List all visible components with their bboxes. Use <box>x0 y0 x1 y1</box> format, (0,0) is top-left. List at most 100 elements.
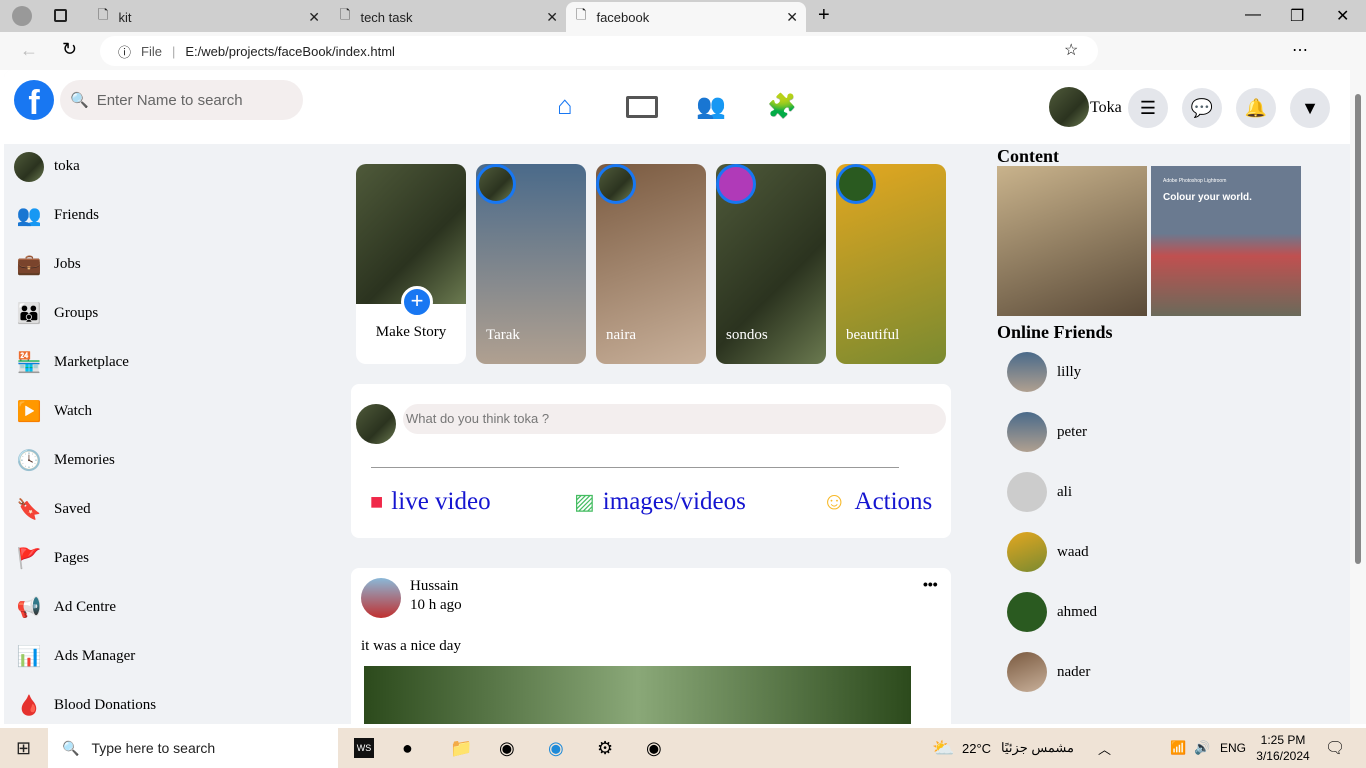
messenger-icon[interactable]: 💬 <box>1182 88 1222 128</box>
sidebar-item-saved[interactable]: 🔖 Saved <box>14 485 314 534</box>
scrollbar[interactable] <box>1350 70 1366 724</box>
facebook-logo[interactable]: f <box>14 80 54 120</box>
notifications-icon[interactable]: 🗨 <box>1325 738 1345 758</box>
avatar <box>1007 412 1047 452</box>
tab-title: tech task <box>360 9 413 25</box>
reload-icon[interactable]: ↻ <box>62 39 77 60</box>
favorite-icon[interactable]: ☆ <box>1064 40 1078 60</box>
content-image[interactable] <box>997 166 1147 316</box>
taskbar-search[interactable]: 🔍 Type here to search <box>48 728 338 768</box>
gaming-icon[interactable]: 🧩 <box>767 92 797 121</box>
actions-button[interactable]: ☺ Actions <box>822 488 932 516</box>
sidebar-item-watch[interactable]: ▶️ Watch <box>14 387 314 436</box>
back-icon[interactable]: ← <box>20 40 38 61</box>
tab-tech-task[interactable]: 🗋 tech task ✕ <box>330 2 566 32</box>
sidebar-item-marketplace[interactable]: 🏪 Marketplace <box>14 338 314 387</box>
live-video-button[interactable]: ■ live video <box>370 488 491 516</box>
friends-icon[interactable]: 👥 <box>696 92 726 121</box>
menu-icon[interactable]: ☰ <box>1128 88 1168 128</box>
friend-item[interactable]: nader <box>997 642 1297 702</box>
close-tab-icon[interactable]: ✕ <box>786 9 798 26</box>
file-explorer-icon[interactable]: 📁 <box>450 738 472 759</box>
close-tab-icon[interactable]: ✕ <box>546 9 558 26</box>
search-box[interactable]: 🔍 Enter Name to search <box>60 80 303 120</box>
story-label: naira <box>606 327 636 343</box>
chrome-icon[interactable]: ◉ <box>499 738 515 759</box>
tab-facebook[interactable]: 🗋 facebook ✕ <box>566 2 806 32</box>
volume-icon[interactable]: 🔊 <box>1194 740 1210 756</box>
tab-kit[interactable]: 🗋 kit ✕ <box>88 2 328 32</box>
sidebar-item-label: Memories <box>54 452 115 468</box>
author-avatar[interactable] <box>361 578 401 618</box>
post-image[interactable] <box>364 666 911 724</box>
post-author[interactable]: Hussain <box>410 578 458 595</box>
weather-description[interactable]: مشمس جزئيًا <box>1000 740 1074 756</box>
watch-icon[interactable] <box>626 96 658 118</box>
wifi-icon[interactable]: 📶 <box>1170 740 1186 756</box>
windows-start-icon[interactable]: ⊞ <box>16 738 31 759</box>
avatar <box>1007 652 1047 692</box>
content-ad[interactable]: Adobe Photoshop Lightroom Colour your wo… <box>1151 166 1301 316</box>
more-icon[interactable]: ⋯ <box>1292 40 1308 60</box>
profile-icon[interactable] <box>12 6 32 26</box>
search-input[interactable]: Enter Name to search <box>97 92 243 109</box>
clock[interactable]: 1:25 PM 3/16/2024 <box>1255 732 1311 764</box>
images-videos-button[interactable]: ▨ images/videos <box>574 488 746 516</box>
chrome-profile-icon[interactable]: ◉ <box>646 738 662 759</box>
chevron-up-icon[interactable]: ︿ <box>1098 739 1111 758</box>
bookmark-icon: 🔖 <box>16 499 42 521</box>
settings-icon[interactable]: ⚙ <box>597 738 613 759</box>
story-avatar <box>596 164 636 204</box>
sidebar-item-ad-centre[interactable]: 📢 Ad Centre <box>14 583 314 632</box>
smiley-icon: ☺ <box>822 488 847 515</box>
new-tab-button[interactable]: + <box>818 4 830 27</box>
bell-icon[interactable]: 🔔 <box>1236 88 1276 128</box>
sidebar-item-profile[interactable]: toka <box>14 142 314 191</box>
composer-input[interactable]: What do you think toka ? <box>403 404 946 434</box>
ad-brand: Adobe Photoshop Lightroom <box>1163 178 1227 184</box>
sidebar-item-memories[interactable]: 🕓 Memories <box>14 436 314 485</box>
friend-item[interactable]: lilly <box>997 342 1297 402</box>
sidebar-item-blood-donations[interactable]: 🩸 Blood Donations <box>14 681 314 724</box>
story-card[interactable]: beautiful <box>836 164 946 364</box>
github-icon[interactable]: ● <box>402 738 413 759</box>
story-card[interactable]: Tarak <box>476 164 586 364</box>
chevron-down-icon[interactable]: ▼ <box>1290 88 1330 128</box>
action-label: Actions <box>854 488 933 515</box>
webstorm-icon[interactable]: WS <box>354 738 374 758</box>
friend-item[interactable]: waad <box>997 522 1297 582</box>
sidebar-item-jobs[interactable]: 💼 Jobs <box>14 240 314 289</box>
maximize-button[interactable]: ❐ <box>1290 6 1304 26</box>
language-indicator[interactable]: ENG <box>1220 741 1246 755</box>
more-options-icon[interactable]: ••• <box>923 576 938 592</box>
plus-icon[interactable]: + <box>401 286 433 318</box>
story-card[interactable]: sondos <box>716 164 826 364</box>
story-avatar <box>836 164 876 204</box>
weather-icon[interactable]: ⛅ <box>932 738 954 759</box>
page-icon: 🗋 <box>340 7 351 22</box>
time: 1:25 PM <box>1260 733 1306 747</box>
sidebar-item-ads-manager[interactable]: 📊 Ads Manager <box>14 632 314 681</box>
action-label: images/videos <box>602 488 746 515</box>
profile-avatar[interactable] <box>1049 87 1089 127</box>
edge-icon[interactable]: ◉ <box>548 738 564 759</box>
profile-name[interactable]: Toka <box>1090 99 1122 117</box>
sidebar-item-groups[interactable]: 👪 Groups <box>14 289 314 338</box>
sidebar-item-pages[interactable]: 🚩 Pages <box>14 534 314 583</box>
weather-temp[interactable]: 22°C <box>962 741 991 756</box>
home-icon[interactable]: ⌂ <box>557 90 573 121</box>
scrollbar-thumb[interactable] <box>1355 94 1361 564</box>
story-card[interactable]: naira <box>596 164 706 364</box>
story-avatar <box>716 164 756 204</box>
minimize-button[interactable]: — <box>1245 6 1261 24</box>
friend-item[interactable]: ali <box>997 462 1297 522</box>
close-tab-icon[interactable]: ✕ <box>308 9 320 26</box>
friend-item[interactable]: peter <box>997 402 1297 462</box>
divider <box>371 467 899 468</box>
close-window-button[interactable]: ✕ <box>1336 6 1349 26</box>
friend-item[interactable]: ahmed <box>997 582 1297 642</box>
tab-actions-icon[interactable] <box>54 9 67 22</box>
sidebar-item-friends[interactable]: 👥 Friends <box>14 191 314 240</box>
make-story-card[interactable]: + Make Story <box>356 164 466 364</box>
url-field[interactable]: ⓘ File | E:/web/projects/faceBook/index.htm… <box>100 36 1098 66</box>
